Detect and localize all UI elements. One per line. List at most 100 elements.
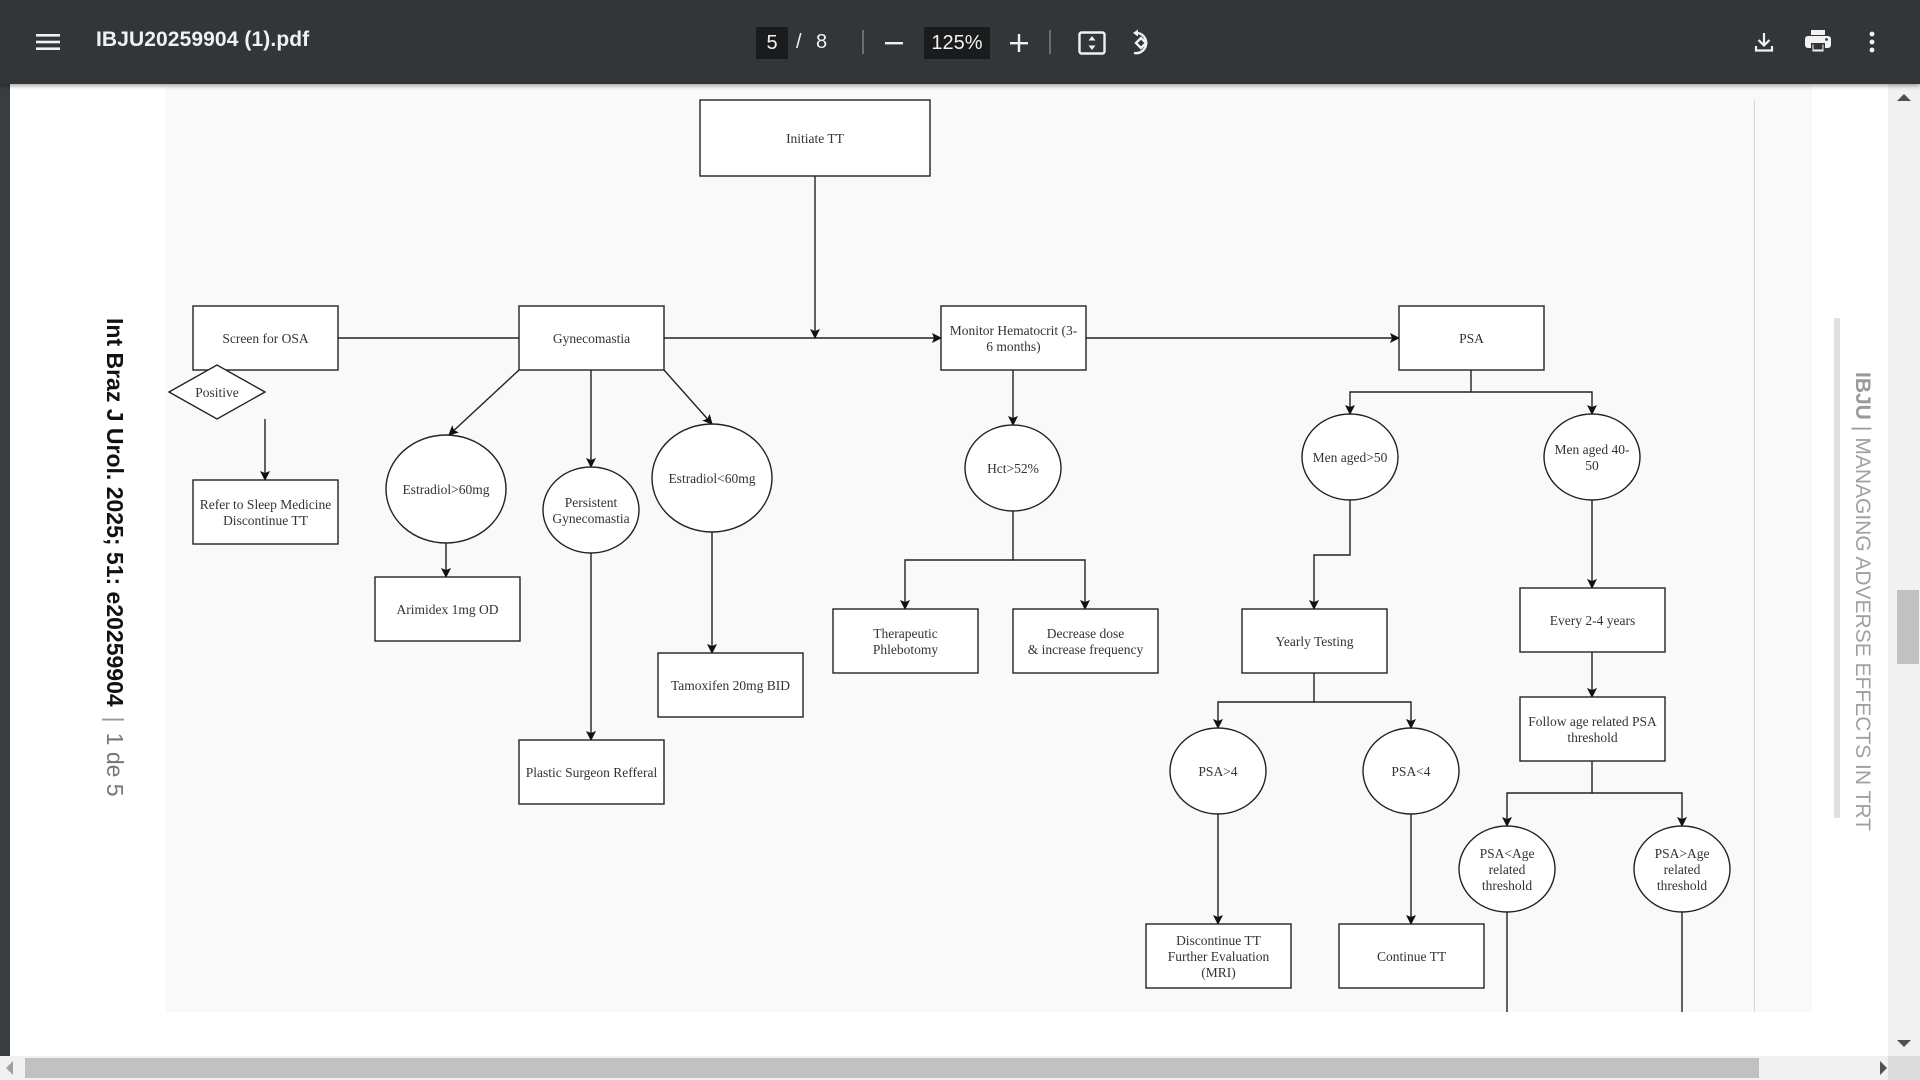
running-title-rule [1834,318,1840,818]
flow-node-label: Decrease dose [1047,626,1125,641]
flow-box [940,305,1087,371]
rotate-counterclockwise-icon [1133,29,1148,55]
flow-node-label: Persistent [565,495,618,510]
hamburger-menu-icon [36,34,60,50]
flow-decision-ellipse [1543,413,1641,501]
flow-node-ltage: PSA<Agerelatedthreshold [1458,825,1556,913]
flow-node-label: 6 months) [986,339,1040,354]
toolbar-divider [862,30,864,54]
flow-decision-ellipse [542,466,640,554]
flow-node-label: Estradiol>60mg [402,482,489,497]
flow-node-label: PSA>Age [1655,846,1710,861]
flow-node-e2high: Estradiol>60mg [385,434,507,544]
flow-node-yearly: Yearly Testing [1241,608,1388,674]
flow-node-over50: Men aged>50 [1301,413,1399,501]
flow-box [832,608,979,674]
flow-node-disc: Discontinue TTFurther Evaluation(MRI) [1145,923,1292,989]
flow-node-label: Hct>52% [987,461,1039,476]
flow-node-gyneco: Gynecomastia [518,305,665,371]
journal-separator: | [102,716,128,723]
flow-node-label: Gynecomastia [553,331,630,346]
page-total: 8 [816,31,828,53]
running-title: IBJU | MANAGING ADVERSE EFFECTS IN TRT [1850,372,1874,831]
flow-node-label: PSA>4 [1198,764,1237,779]
flow-box [192,479,339,545]
flow-node-osa: Screen for OSA [192,305,339,371]
scroll-up-arrow-icon[interactable] [1897,94,1911,101]
flow-node-label: & increase frequency [1028,642,1144,657]
scroll-right-arrow-icon[interactable] [1880,1061,1887,1075]
flow-node-arimidex: Arimidex 1mg OD [374,576,521,642]
running-title-text: MANAGING ADVERSE EFFECTS IN TRT [1851,437,1874,831]
flow-node-sleep: Refer to Sleep MedicineDiscontinue TT [192,479,339,545]
flow-box [1519,696,1666,762]
page-number-input[interactable]: 5 [756,27,788,59]
toolbar-divider [1049,30,1051,54]
flow-node-e2low: Estradiol<60mg [651,423,773,533]
flow-node-tamox: Tamoxifen 20mg BID [657,652,804,718]
horizontal-scroll-thumb[interactable] [25,1058,1759,1078]
flow-node-label: PSA<4 [1391,764,1430,779]
zoom-out-button[interactable] [878,27,910,59]
flow-node-hct52: Hct>52% [964,424,1062,512]
flow-node-persist: PersistentGynecomastia [542,466,640,554]
download-button[interactable] [1746,24,1782,60]
more-actions-button[interactable] [1854,24,1890,60]
flow-node-psa: PSA [1398,305,1545,371]
journal-reference: Int Braz J Urol. 2025; 51: e20259904 | 1 d… [101,318,128,797]
scrollbar-corner [1888,1056,1920,1080]
flow-node-label: related [1489,862,1526,877]
viewer-edge [0,84,10,1056]
flow-node-gtage: PSA>Agerelatedthreshold [1633,825,1731,913]
page-label: 1 de 5 [102,732,128,797]
zoom-level-input[interactable]: 125% [924,27,990,59]
flow-node-dose: Decrease dose& increase frequency [1012,608,1159,674]
flow-node-label: Discontinue TT [1176,933,1262,948]
flow-node-initiate: Initiate TT [699,99,931,177]
flow-node-label: Every 2-4 years [1550,613,1635,628]
vertical-scroll-thumb[interactable] [1897,590,1919,664]
flow-node-label: Positive [195,385,239,400]
flow-node-label: Yearly Testing [1275,634,1353,649]
flow-node-label: threshold [1482,878,1532,893]
flow-node-label: threshold [1567,730,1617,745]
page-separator: / [796,31,802,53]
flow-node-label: 50 [1585,458,1599,473]
horizontal-scrollbar[interactable] [0,1056,1888,1080]
running-title-separator: | [1851,425,1874,432]
journal-citation: Int Braz J Urol. 2025; 51: e20259904 [102,318,128,707]
running-title-journal: IBJU [1851,372,1874,420]
flow-node-label: Estradiol<60mg [668,471,755,486]
flow-node-psagt4: PSA>4 [1169,727,1267,815]
flow-node-label: Men aged>50 [1313,450,1388,465]
menu-button[interactable] [28,22,68,62]
flow-node-plastic: Plastic Surgeon Refferal [518,739,665,805]
flow-node-label: Men aged 40- [1555,442,1630,457]
flow-node-label: Further Evaluation [1168,949,1270,964]
flow-box [1012,608,1159,674]
rotate-button[interactable] [1123,26,1157,60]
flow-node-label: PSA [1459,331,1484,346]
vertical-scrollbar[interactable] [1888,84,1920,1056]
scroll-down-arrow-icon[interactable] [1897,1040,1911,1047]
flow-node-label: threshold [1657,878,1707,893]
flow-node-label: Monitor Hematocrit (3- [950,323,1078,338]
flow-node-label: Phlebotomy [873,642,939,657]
document-title: IBJU20259904 (1).pdf [96,28,310,51]
flow-node-label: PSA<Age [1480,846,1535,861]
flow-node-follow: Follow age related PSAthreshold [1519,696,1666,762]
print-icon [1805,30,1831,52]
fit-to-page-button[interactable] [1075,26,1109,60]
download-icon [1754,33,1774,52]
flow-node-label: Initiate TT [786,131,845,146]
zoom-in-button[interactable] [1003,27,1035,59]
print-button[interactable] [1800,24,1836,60]
flow-node-label: related [1664,862,1701,877]
flow-node-hct: Monitor Hematocrit (3-6 months) [940,305,1087,371]
flow-node-label: Screen for OSA [222,331,308,346]
more-vertical-icon [1869,31,1875,53]
scroll-left-arrow-icon[interactable] [6,1061,13,1075]
plus-icon [1010,34,1028,52]
flow-node-label: Therapeutic [873,626,937,641]
flow-node-label: Continue TT [1377,949,1447,964]
